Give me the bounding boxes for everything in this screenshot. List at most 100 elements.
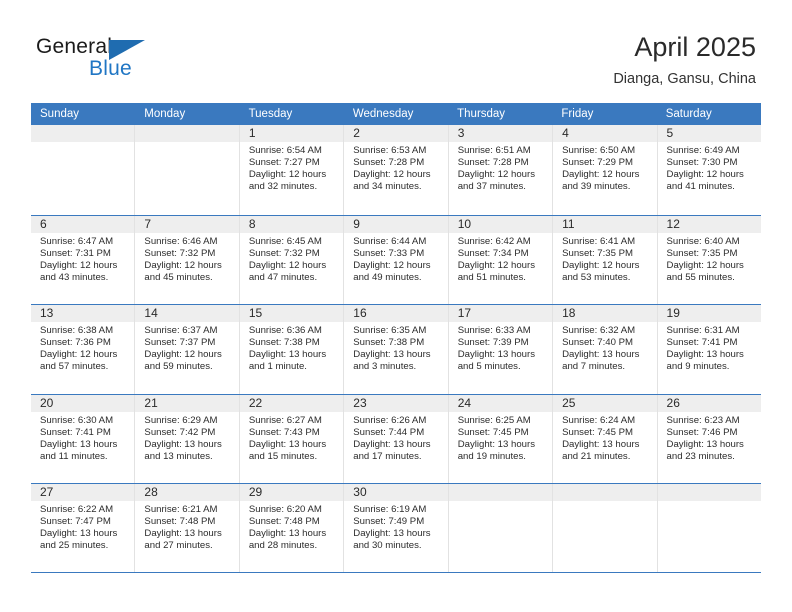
- day-number: 7: [135, 215, 239, 233]
- daylight-text-line1: Daylight: 12 hours: [248, 259, 327, 271]
- sunset-text: Sunset: 7:30 PM: [666, 157, 738, 169]
- sunset-text: Sunset: 7:38 PM: [353, 337, 425, 349]
- day-cell[interactable]: 6 Sunrise: 6:47 AM Sunset: 7:31 PM Dayli…: [31, 215, 136, 304]
- day-cell[interactable]: 16 Sunrise: 6:35 AM Sunset: 7:38 PM Dayl…: [344, 305, 449, 394]
- day-info: Sunrise: 6:38 AM Sunset: 7:36 PM Dayligh…: [31, 322, 134, 373]
- day-cell[interactable]: [135, 125, 240, 215]
- daylight-text-line2: and 21 minutes.: [562, 450, 631, 462]
- daylight-text-line2: and 17 minutes.: [353, 450, 422, 462]
- sunset-text: Sunset: 7:37 PM: [144, 337, 216, 349]
- day-cell[interactable]: 18 Sunrise: 6:32 AM Sunset: 7:40 PM Dayl…: [553, 305, 658, 394]
- day-cell[interactable]: 15 Sunrise: 6:36 AM Sunset: 7:38 PM Dayl…: [239, 305, 345, 394]
- day-cell[interactable]: 3 Sunrise: 6:51 AM Sunset: 7:28 PM Dayli…: [448, 125, 554, 215]
- day-number: 5: [657, 125, 761, 142]
- day-number: 6: [31, 215, 135, 233]
- day-cell[interactable]: 23 Sunrise: 6:26 AM Sunset: 7:44 PM Dayl…: [344, 394, 449, 483]
- day-info: Sunrise: 6:27 AM Sunset: 7:43 PM Dayligh…: [240, 412, 343, 463]
- sunset-text: Sunset: 7:36 PM: [40, 337, 111, 349]
- day-info: Sunrise: 6:49 AM Sunset: 7:30 PM Dayligh…: [658, 142, 761, 193]
- day-cell[interactable]: 24 Sunrise: 6:25 AM Sunset: 7:45 PM Dayl…: [448, 394, 554, 483]
- sunset-text: Sunset: 7:27 PM: [248, 157, 320, 169]
- day-cell[interactable]: 17 Sunrise: 6:33 AM Sunset: 7:39 PM Dayl…: [448, 305, 554, 394]
- day-cell[interactable]: 20 Sunrise: 6:30 AM Sunset: 7:41 PM Dayl…: [31, 394, 136, 483]
- sunrise-text: Sunrise: 6:38 AM: [40, 325, 114, 336]
- weekday-header-tuesday: Tuesday: [248, 108, 293, 120]
- day-info: Sunrise: 6:44 AM Sunset: 7:33 PM Dayligh…: [344, 233, 447, 284]
- day-cell[interactable]: [553, 484, 658, 572]
- day-info: Sunrise: 6:41 AM Sunset: 7:35 PM Dayligh…: [553, 233, 656, 284]
- day-cell[interactable]: 2 Sunrise: 6:53 AM Sunset: 7:28 PM Dayli…: [344, 125, 449, 215]
- day-number: 17: [448, 305, 553, 322]
- daylight-text-line1: Daylight: 13 hours: [40, 528, 118, 540]
- daylight-text-line2: and 57 minutes.: [40, 361, 109, 373]
- day-number: 16: [344, 305, 448, 322]
- day-cell[interactable]: 13 Sunrise: 6:38 AM Sunset: 7:36 PM Dayl…: [31, 305, 136, 394]
- daylight-text-line1: Daylight: 12 hours: [562, 259, 640, 271]
- day-cell[interactable]: 25 Sunrise: 6:24 AM Sunset: 7:45 PM Dayl…: [553, 394, 658, 483]
- daylight-text-line1: Daylight: 13 hours: [353, 349, 431, 361]
- sunrise-text: Sunrise: 6:27 AM: [248, 414, 322, 426]
- day-number: 30: [344, 484, 448, 501]
- daylight-text-line1: Daylight: 12 hours: [40, 259, 118, 271]
- week-row: 13 Sunrise: 6:38 AM Sunset: 7:36 PM Dayl…: [31, 304, 761, 394]
- day-cell[interactable]: 11 Sunrise: 6:41 AM Sunset: 7:35 PM Dayl…: [553, 215, 658, 304]
- daylight-text-line2: and 11 minutes.: [40, 450, 108, 462]
- day-number: 13: [31, 305, 135, 322]
- sunset-text: Sunset: 7:28 PM: [457, 157, 529, 169]
- day-info: Sunrise: 6:40 AM Sunset: 7:35 PM Dayligh…: [658, 233, 761, 284]
- daylight-text-line2: and 51 minutes.: [457, 271, 526, 283]
- day-cell[interactable]: 21 Sunrise: 6:29 AM Sunset: 7:42 PM Dayl…: [135, 394, 240, 483]
- day-cell[interactable]: 14 Sunrise: 6:37 AM Sunset: 7:37 PM Dayl…: [135, 305, 240, 394]
- daylight-text-line2: and 49 minutes.: [353, 271, 422, 283]
- day-number: [448, 484, 553, 501]
- day-cell[interactable]: 10 Sunrise: 6:42 AM Sunset: 7:34 PM Dayl…: [448, 215, 554, 304]
- daylight-text-line2: and 55 minutes.: [666, 271, 735, 283]
- day-cell[interactable]: 4 Sunrise: 6:50 AM Sunset: 7:29 PM Dayli…: [553, 125, 658, 215]
- sunrise-text: Sunrise: 6:50 AM: [562, 145, 636, 156]
- sunset-text: Sunset: 7:43 PM: [248, 426, 320, 438]
- day-info: Sunrise: 6:25 AM Sunset: 7:45 PM Dayligh…: [449, 412, 552, 463]
- daylight-text-line1: Daylight: 12 hours: [144, 259, 222, 271]
- sunset-text: Sunset: 7:47 PM: [40, 516, 111, 528]
- weekday-header-monday: Monday: [144, 108, 186, 120]
- sunset-text: Sunset: 7:32 PM: [144, 247, 216, 259]
- sunrise-text: Sunrise: 6:51 AM: [457, 145, 531, 156]
- day-cell[interactable]: 27 Sunrise: 6:22 AM Sunset: 7:47 PM Dayl…: [31, 484, 136, 572]
- day-cell[interactable]: 9 Sunrise: 6:44 AM Sunset: 7:33 PM Dayli…: [344, 215, 449, 304]
- day-cell[interactable]: 5 Sunrise: 6:49 AM Sunset: 7:30 PM Dayli…: [657, 125, 761, 215]
- day-info: Sunrise: 6:53 AM Sunset: 7:28 PM Dayligh…: [344, 142, 447, 193]
- day-info: [135, 142, 238, 145]
- day-cell[interactable]: 7 Sunrise: 6:46 AM Sunset: 7:32 PM Dayli…: [135, 215, 240, 304]
- daylight-text-line2: and 9 minutes.: [666, 361, 730, 373]
- day-cell[interactable]: 30 Sunrise: 6:19 AM Sunset: 7:49 PM Dayl…: [344, 484, 449, 572]
- day-number: [553, 484, 657, 501]
- general-blue-logo[interactable]: General Blue: [36, 36, 166, 86]
- daylight-text-line1: Daylight: 13 hours: [144, 438, 222, 450]
- day-number: 24: [448, 394, 553, 412]
- daylight-text-line1: Daylight: 12 hours: [457, 259, 536, 271]
- day-cell[interactable]: 22 Sunrise: 6:27 AM Sunset: 7:43 PM Dayl…: [239, 394, 345, 483]
- day-cell[interactable]: 28 Sunrise: 6:21 AM Sunset: 7:48 PM Dayl…: [135, 484, 240, 572]
- day-number: 23: [344, 394, 448, 412]
- sunrise-text: Sunrise: 6:54 AM: [248, 145, 322, 156]
- daylight-text-line1: Daylight: 13 hours: [666, 349, 744, 361]
- day-cell[interactable]: 8 Sunrise: 6:45 AM Sunset: 7:32 PM Dayli…: [239, 215, 345, 304]
- day-cell[interactable]: [657, 484, 761, 572]
- day-cell[interactable]: 26 Sunrise: 6:23 AM Sunset: 7:46 PM Dayl…: [657, 394, 761, 483]
- weekday-header-saturday: Saturday: [665, 108, 712, 120]
- sunset-text: Sunset: 7:29 PM: [562, 157, 634, 169]
- day-cell[interactable]: [448, 484, 554, 572]
- location-subtitle: Dianga, Gansu, China: [613, 71, 756, 88]
- day-cell[interactable]: [31, 125, 136, 215]
- daylight-text-line2: and 41 minutes.: [666, 181, 735, 193]
- sunrise-text: Sunrise: 6:22 AM: [40, 504, 114, 515]
- sunset-text: Sunset: 7:39 PM: [457, 337, 529, 349]
- day-cell[interactable]: 1 Sunrise: 6:54 AM Sunset: 7:27 PM Dayli…: [239, 125, 345, 215]
- daylight-text-line1: Daylight: 13 hours: [40, 438, 118, 450]
- day-cell[interactable]: 12 Sunrise: 6:40 AM Sunset: 7:35 PM Dayl…: [657, 215, 761, 304]
- page-title: April 2025: [634, 32, 756, 62]
- weekday-header-row: Sunday Monday Tuesday Wednesday Thursday…: [31, 103, 761, 125]
- day-number: 10: [448, 215, 553, 233]
- day-cell[interactable]: 19 Sunrise: 6:31 AM Sunset: 7:41 PM Dayl…: [657, 305, 761, 394]
- day-cell[interactable]: 29 Sunrise: 6:20 AM Sunset: 7:48 PM Dayl…: [239, 484, 345, 572]
